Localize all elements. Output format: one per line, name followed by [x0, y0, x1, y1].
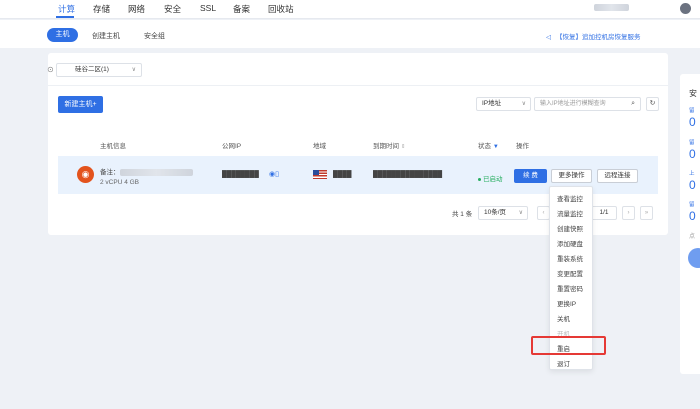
ip-filter-select[interactable]: IP地址 ∨	[476, 97, 531, 111]
chevron-down-icon: ∨	[131, 67, 136, 73]
menu-item-unsubscribe[interactable]: 退订	[550, 358, 594, 368]
page-size-select[interactable]: 10条/页 ∨	[478, 206, 528, 220]
header-status[interactable]: 状态 ▼	[478, 140, 499, 150]
page-size-value: 10条/页	[484, 209, 507, 216]
tab-filing[interactable]: 备案	[233, 3, 250, 15]
status-dot	[478, 177, 481, 181]
chevron-down-icon: ∨	[521, 101, 526, 107]
notice-text: 【恢复】追加控机房恢复服务	[556, 34, 641, 41]
sort-icon[interactable]: ⇕	[401, 144, 406, 150]
tab-security[interactable]: 安全	[164, 3, 181, 15]
menu-item-add-disk[interactable]: 添加硬盘	[550, 238, 594, 248]
tab-ssl[interactable]: SSL	[200, 3, 216, 13]
search-input[interactable]: 输入IP地址进行模糊查询 ⌕	[534, 97, 641, 111]
avatar[interactable]	[680, 3, 691, 14]
note-label: 备注：	[100, 169, 120, 176]
note-value: ████████████████	[119, 169, 194, 176]
bell-icon: ◁	[546, 34, 551, 41]
side-label-1: 留	[689, 108, 695, 114]
menu-item-create-snapshot[interactable]: 创建快照	[550, 223, 594, 233]
menu-item-change-ip[interactable]: 更换IP	[550, 298, 594, 308]
more-actions-button[interactable]: 更多操作	[551, 169, 592, 183]
header-host-info: 主机信息	[100, 143, 126, 150]
new-host-button[interactable]: 新建主机+	[58, 96, 103, 113]
last-page-button[interactable]: »	[640, 206, 653, 220]
sub-nav: 主机 创建主机 安全组 ◁ 【恢复】追加控机房恢复服务	[0, 20, 700, 48]
notice-link[interactable]: ◁ 【恢复】追加控机房恢复服务	[546, 31, 641, 41]
tab-storage[interactable]: 存储	[93, 3, 110, 15]
side-value-3: 0	[689, 178, 696, 192]
menu-item-reset-password[interactable]: 重置密码	[550, 283, 594, 293]
location-pin-icon: ⊙	[47, 65, 54, 74]
menu-item-traffic-monitor[interactable]: 流量监控	[550, 208, 594, 218]
us-flag-icon	[313, 170, 327, 179]
header-expire-label: 到期时间	[373, 143, 399, 150]
status-text: 已启动	[483, 176, 503, 183]
subtab-hosts[interactable]: 主机	[47, 28, 78, 42]
subtab-create-host[interactable]: 创建主机	[92, 31, 120, 41]
status-badge: 已启动	[478, 173, 503, 183]
subtab-security-group[interactable]: 安全组	[144, 31, 165, 41]
renew-button[interactable]: 续 费	[514, 169, 547, 183]
side-link[interactable]: 点	[689, 231, 695, 240]
menu-item-shutdown[interactable]: 关机	[550, 313, 594, 323]
side-value-2: 0	[689, 147, 696, 161]
ip-filter-value: IP地址	[482, 100, 502, 107]
side-label-4: 留	[689, 202, 695, 208]
menu-item-change-config[interactable]: 变更配置	[550, 268, 594, 278]
ubuntu-icon: ◉	[77, 166, 94, 183]
side-value-1: 0	[689, 115, 696, 129]
tab-network[interactable]: 网络	[128, 3, 145, 15]
tab-recycle-bin[interactable]: 回收站	[268, 3, 294, 15]
region-value: 硅谷二区(1)	[75, 66, 109, 73]
side-label-3: 上	[689, 171, 695, 177]
header-public-ip: 公网IP	[222, 143, 242, 150]
tab-compute[interactable]: 计算	[58, 3, 75, 15]
region-select[interactable]: ⊙ 硅谷二区(1) ∨	[47, 63, 142, 77]
page-indicator[interactable]: 1/1	[591, 206, 617, 220]
host-note: 备注：████████████████	[100, 166, 194, 176]
next-page-button[interactable]: ›	[622, 206, 635, 220]
header-status-label: 状态	[478, 143, 491, 150]
username[interactable]: ███████	[594, 4, 629, 11]
host-spec: 2 vCPU 4 GB	[100, 179, 140, 186]
search-icon[interactable]: ⌕	[631, 98, 635, 110]
divider	[48, 85, 668, 86]
menu-item-view-monitor[interactable]: 查看监控	[550, 193, 594, 203]
active-tab-indicator	[56, 16, 74, 18]
side-panel-title: 安	[689, 89, 697, 98]
public-ip: ████████	[222, 171, 259, 178]
restart-highlight-box	[531, 336, 606, 355]
remote-connect-button[interactable]: 远程连接	[597, 169, 638, 183]
header-actions: 操作	[516, 143, 529, 150]
total-count: 共 1 条	[452, 211, 473, 218]
side-label-2: 留	[689, 140, 695, 146]
menu-item-reinstall[interactable]: 重装系统	[550, 253, 594, 263]
header-expire[interactable]: 到期时间 ⇕	[373, 140, 405, 150]
refresh-icon[interactable]: ↻	[646, 97, 659, 111]
chevron-down-icon: ∨	[518, 210, 523, 216]
side-value-4: 0	[689, 209, 696, 223]
region-value: ████	[333, 171, 352, 178]
top-nav: 计算 存储 网络 安全 SSL 备案 回收站 ███████	[0, 0, 700, 19]
ip-action-icons[interactable]: ◉▯	[269, 170, 279, 178]
expire-time: ███████████████	[373, 171, 443, 178]
filter-icon[interactable]: ▼	[493, 144, 499, 150]
search-placeholder: 输入IP地址进行模糊查询	[540, 101, 606, 107]
header-region: 地域	[313, 143, 326, 150]
